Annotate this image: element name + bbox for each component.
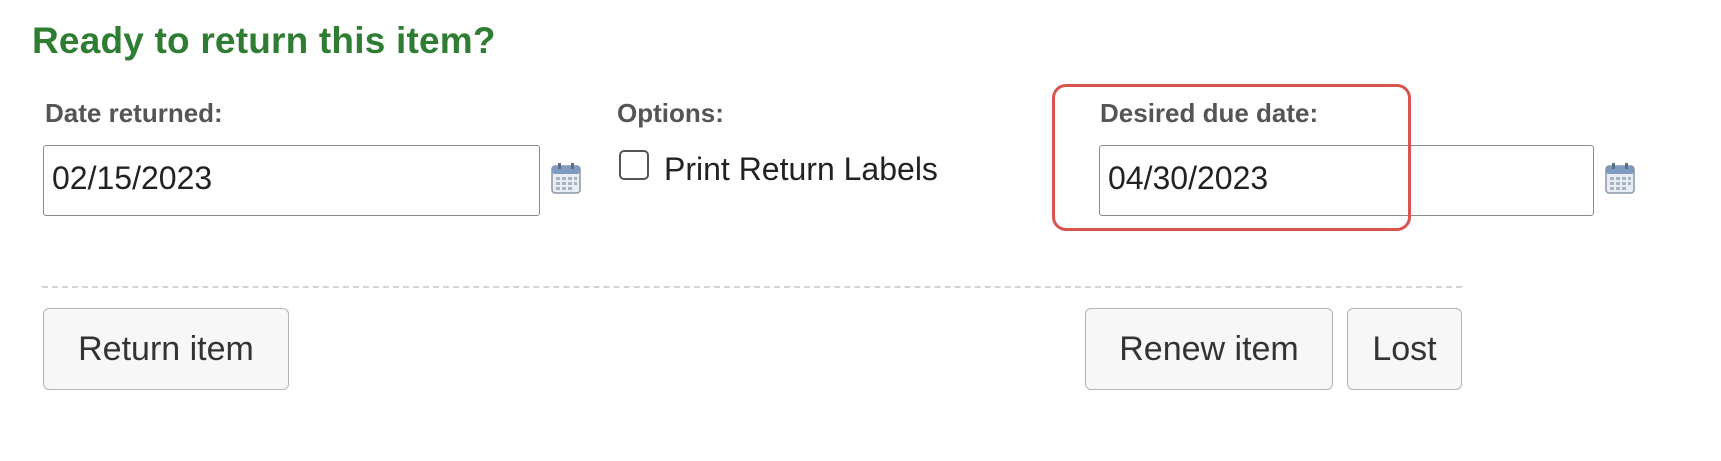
calendar-icon[interactable]	[1605, 162, 1635, 194]
due-date-highlight	[1052, 84, 1411, 231]
divider	[42, 286, 1462, 288]
print-return-labels-label[interactable]: Print Return Labels	[664, 151, 938, 188]
date-returned-label: Date returned:	[45, 98, 223, 128]
return-item-button[interactable]: Return item	[43, 308, 289, 390]
lost-button[interactable]: Lost	[1347, 308, 1462, 390]
page-title: Ready to return this item?	[32, 20, 496, 61]
date-returned-input[interactable]: 02/15/2023	[43, 145, 540, 216]
renew-item-button[interactable]: Renew item	[1085, 308, 1333, 390]
print-return-labels-checkbox[interactable]	[619, 150, 649, 180]
calendar-icon[interactable]	[551, 162, 581, 194]
options-label: Options:	[617, 98, 724, 128]
